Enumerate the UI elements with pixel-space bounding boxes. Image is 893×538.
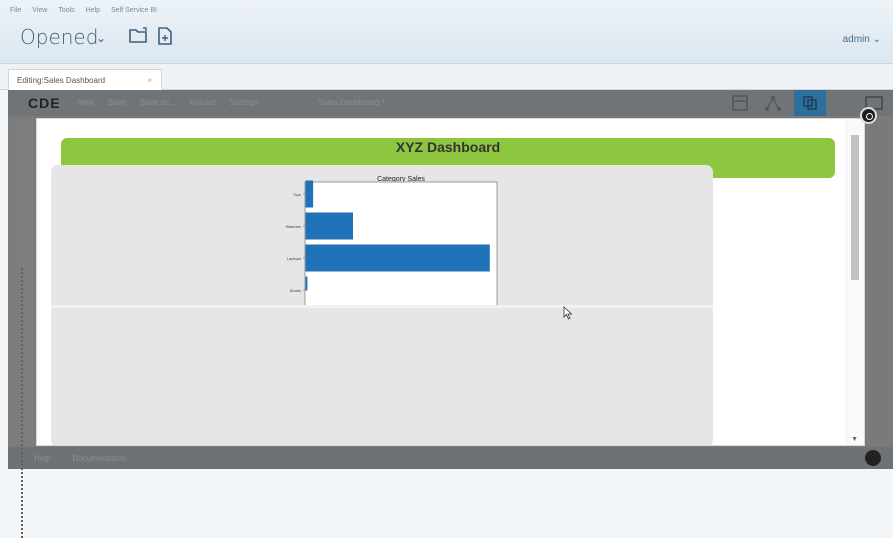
dashboard-title: XYZ Dashboard (395, 139, 501, 155)
cde-toolbar: CDE New Save Save as... Reload Settings … (8, 90, 893, 116)
user-name: admin (842, 34, 870, 45)
datasources-tab[interactable] (794, 90, 826, 116)
tab-close-icon[interactable]: × (147, 76, 152, 85)
menu-view[interactable]: View (32, 7, 47, 14)
new-file-icon[interactable] (156, 27, 174, 45)
scrollbar-thumb[interactable] (851, 135, 859, 280)
gear-icon[interactable] (865, 450, 881, 466)
cde-menu-save[interactable]: Save (108, 98, 126, 107)
cde-footer: Help Documentation (8, 447, 893, 469)
plot-area (304, 181, 498, 305)
cde-menu-settings[interactable]: Settings (229, 98, 258, 107)
mouse-cursor-icon (563, 306, 573, 320)
close-icon[interactable] (860, 107, 877, 124)
datasources-icon (803, 96, 817, 110)
bar-books (305, 276, 308, 291)
y-tick-label-watches: Watches (286, 224, 301, 229)
documentation-link[interactable]: Documentation (72, 454, 126, 463)
y-tick-label-laptops: Laptops (287, 256, 301, 261)
chevron-down-icon[interactable]: ⌄ (96, 31, 106, 45)
workspace-left-strip (9, 118, 36, 538)
tab-label: Editing:Sales Dashboard (17, 76, 106, 85)
tab-editing-sales-dashboard[interactable]: Editing:Sales Dashboard × (8, 69, 162, 90)
layout-icon[interactable] (730, 94, 750, 112)
app-header: File View Tools Help Self Service BI Ope… (0, 0, 893, 64)
components-icon[interactable] (763, 94, 783, 112)
modal-scrollbar[interactable]: ▼ (846, 119, 864, 445)
menu-help[interactable]: Help (86, 7, 100, 14)
bar-laptops (305, 244, 490, 272)
help-link[interactable]: Help (34, 454, 50, 463)
user-menu[interactable]: admin ⌄ (843, 34, 881, 45)
dotted-guide (21, 268, 23, 538)
menu-self-service-bi[interactable]: Self Service BI (111, 7, 157, 14)
footer-links: Help Documentation (34, 454, 126, 463)
cde-menu-new[interactable]: New (78, 98, 94, 107)
main-menu: File View Tools Help Self Service BI (10, 7, 157, 14)
y-tick-label-toys: Toys (293, 192, 301, 197)
bar-toys (305, 180, 314, 208)
preview-modal: XYZ Dashboard Category Sales Toys Watches L… (36, 118, 865, 446)
cde-menu-save-as[interactable]: Save as... (140, 98, 176, 107)
scroll-down-arrow-icon[interactable]: ▼ (851, 436, 858, 443)
panel-divider (51, 305, 713, 308)
cde-menu-reload[interactable]: Reload (190, 98, 215, 107)
menu-file[interactable]: File (10, 7, 21, 14)
cde-menu: New Save Save as... Reload Settings (78, 98, 258, 107)
menu-tools[interactable]: Tools (58, 7, 74, 14)
dashboard-panel: Category Sales Toys Watches Laptops Books (51, 165, 713, 445)
category-sales-chart: Category SalesToysWatchesLaptopsBooks (286, 176, 498, 305)
y-tick-label-books: Books (290, 288, 301, 293)
cde-logo: CDE (28, 95, 61, 111)
dashboard-name: Sales Dashboard * (318, 98, 385, 107)
opened-dropdown[interactable]: Opened (20, 25, 98, 49)
tab-bar: Editing:Sales Dashboard × (0, 64, 893, 90)
folder-open-icon[interactable] (129, 27, 149, 44)
bar-watches (305, 212, 353, 240)
